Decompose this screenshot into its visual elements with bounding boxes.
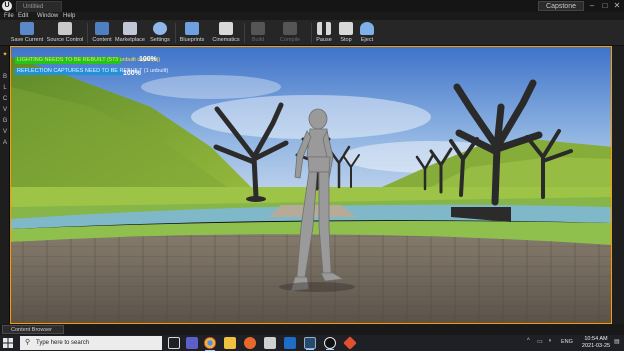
dock-tab-b[interactable]: B — [1, 72, 9, 82]
dock-tab-l[interactable]: L — [1, 83, 9, 93]
taskbar-search-box[interactable]: ⚲ Type here to search — [20, 336, 162, 350]
clock-time: 10:54 AM — [584, 336, 608, 342]
unreal-taskbar-icon[interactable] — [324, 337, 336, 350]
clock-date: 2021-03-25 — [581, 343, 611, 349]
dock-tab-g[interactable]: G — [1, 116, 9, 126]
minimize-icon[interactable]: – — [586, 0, 598, 12]
toolbar-divider — [244, 23, 245, 43]
outlook-icon[interactable] — [284, 337, 296, 349]
dock-tab-c[interactable]: C — [1, 94, 9, 104]
lighting-percent: 100% — [139, 56, 157, 63]
windows-start-icon[interactable] — [3, 338, 13, 348]
dock-tab-place[interactable]: ✦ — [1, 50, 9, 60]
toolbar-divider — [87, 23, 88, 43]
lighting-rebuild-warning: LIGHTING NEEDS TO BE REBUILT (573 unbuil… — [15, 57, 161, 64]
viewport-right-gutter — [612, 46, 624, 324]
photos-icon[interactable] — [264, 337, 276, 349]
steam-icon[interactable] — [304, 337, 316, 350]
compile-icon — [283, 22, 297, 35]
menu-bar: File Edit Window Help — [0, 12, 624, 20]
menu-help[interactable]: Help — [63, 12, 75, 20]
stop-button[interactable]: Stop — [336, 20, 356, 46]
menu-file[interactable]: File — [4, 12, 14, 20]
blueprints-icon — [185, 22, 199, 35]
settings-icon — [153, 22, 167, 35]
bottom-dock — [0, 324, 624, 335]
file-explorer-icon[interactable] — [224, 337, 236, 349]
project-name-badge: Capstone — [538, 1, 584, 11]
dock-tab-v[interactable]: V — [1, 105, 9, 115]
dock-tab-v2[interactable]: V — [1, 127, 9, 137]
compile-button[interactable]: Compile — [277, 20, 303, 46]
dock-tab-a[interactable]: A — [1, 138, 9, 148]
toolbar-divider — [311, 23, 312, 43]
source-control-button[interactable]: Source Control — [46, 20, 84, 46]
language-indicator[interactable]: ENG — [561, 339, 573, 345]
toolbar-divider — [175, 23, 176, 43]
pause-button[interactable]: Pause — [314, 20, 334, 46]
unreal-logo-icon: U — [2, 1, 12, 11]
search-icon: ⚲ — [25, 339, 31, 346]
game-viewport[interactable] — [10, 46, 612, 324]
close-icon[interactable]: ✕ — [611, 0, 623, 12]
toolbar: Save Current Source Control Content Mark… — [0, 20, 624, 46]
reflection-rebuild-warning: REFLECTION CAPTURES NEED TO BE REBUILT (… — [15, 68, 169, 75]
menu-window[interactable]: Window — [37, 12, 58, 20]
network-icon[interactable]: ▭ — [537, 338, 543, 345]
title-bar — [0, 0, 624, 12]
modes-dock: ✦ B L C V G V A — [0, 46, 10, 324]
level-tab[interactable]: Untitled — [16, 1, 62, 12]
tray-chevron-icon[interactable]: ^ — [527, 338, 530, 344]
maximize-icon[interactable]: □ — [599, 0, 611, 12]
eject-icon — [360, 22, 374, 35]
eject-button[interactable]: Eject — [357, 20, 377, 46]
menu-edit[interactable]: Edit — [18, 12, 28, 20]
build-icon — [251, 22, 265, 35]
content-button[interactable]: Content — [90, 20, 114, 46]
settings-button[interactable]: Settings — [147, 20, 173, 46]
task-view-icon[interactable] — [168, 337, 180, 349]
stop-icon — [339, 22, 353, 35]
clock[interactable]: 10:54 AM 2021-03-25 — [575, 336, 617, 350]
cinematics-button[interactable]: Cinematics — [210, 20, 242, 46]
search-placeholder: Type here to search — [36, 340, 90, 346]
pause-icon — [317, 22, 331, 35]
marketplace-icon — [123, 22, 137, 35]
cinematics-icon — [219, 22, 233, 35]
chrome-icon[interactable] — [204, 337, 216, 351]
content-browser-tab[interactable]: Content Browser — [2, 325, 64, 334]
source-control-icon — [58, 22, 72, 35]
save-icon — [20, 22, 34, 35]
firefox-icon[interactable] — [244, 337, 256, 349]
content-icon — [95, 22, 109, 35]
notifications-icon[interactable]: ▤ — [614, 338, 620, 345]
blueprints-button[interactable]: Blueprints — [177, 20, 207, 46]
scene-render — [11, 47, 611, 323]
reflection-percent: 100% — [123, 70, 141, 77]
save-current-button[interactable]: Save Current — [10, 20, 44, 46]
teams-icon[interactable] — [186, 337, 198, 349]
build-button[interactable]: Build — [247, 20, 269, 46]
volume-icon[interactable]: ◖ — [548, 338, 552, 344]
marketplace-button[interactable]: Marketplace — [115, 20, 145, 46]
